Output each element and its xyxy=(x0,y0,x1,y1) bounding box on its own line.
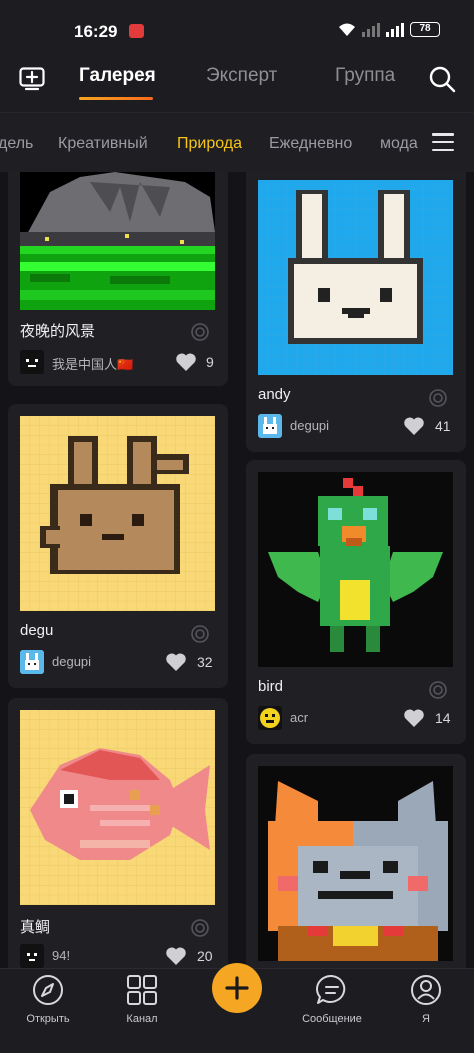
profile-icon xyxy=(411,975,441,1005)
active-tab-indicator xyxy=(79,97,153,100)
nav-discover[interactable]: Открыть xyxy=(8,973,88,1025)
nav-label: Открыть xyxy=(26,1013,70,1025)
record-icon[interactable] xyxy=(190,624,210,644)
artwork-title: 真鲷 xyxy=(20,919,51,936)
nav-label: Я xyxy=(422,1013,430,1025)
artwork-image-andy[interactable] xyxy=(258,180,453,375)
author-name[interactable]: 94! xyxy=(52,948,70,963)
grid-icon xyxy=(127,975,157,1005)
author-name[interactable]: degupi xyxy=(290,418,329,433)
artwork-card[interactable]: 真鲷 94! 20 xyxy=(8,698,228,968)
add-box-icon[interactable] xyxy=(19,67,45,91)
artwork-title: bird xyxy=(258,678,284,695)
battery-icon: 78 xyxy=(410,22,440,37)
top-header: Галерея Эксперт Группа xyxy=(0,55,474,110)
record-icon[interactable] xyxy=(428,388,448,408)
sea-bream-pixel-art xyxy=(20,710,215,905)
plus-icon xyxy=(225,976,249,1000)
nav-profile[interactable]: Я xyxy=(386,973,466,1025)
artwork-image-sea-bream[interactable] xyxy=(20,710,215,905)
artwork-title: 夜晚的风景 xyxy=(20,323,96,340)
notification-app-icon xyxy=(129,24,144,38)
artwork-card[interactable]: 夜晚的风景 我是中国人🇨🇳 9 xyxy=(8,172,228,386)
chat-icon xyxy=(316,974,346,1004)
author-name[interactable]: acr xyxy=(290,710,308,725)
artwork-image-night-landscape[interactable] xyxy=(20,172,215,310)
like-count: 9 xyxy=(206,354,214,370)
gallery-feed[interactable]: 夜晚的风景 我是中国人🇨🇳 9 degu degupi 32 真鲷 94! 20… xyxy=(0,172,474,968)
tab-group[interactable]: Группа xyxy=(335,65,395,87)
category-item[interactable]: дель xyxy=(0,135,33,153)
system-home-bar xyxy=(0,1030,474,1053)
heart-icon[interactable] xyxy=(403,708,425,728)
like-count: 14 xyxy=(435,710,451,726)
like-count: 20 xyxy=(197,948,213,964)
bunny-avatar-icon[interactable] xyxy=(258,414,282,438)
wifi-icon xyxy=(339,23,355,36)
cats-pixel-art xyxy=(258,766,453,961)
signal-icon-1 xyxy=(362,22,380,37)
nav-channel[interactable]: Канал xyxy=(102,973,182,1025)
artwork-title: andy xyxy=(258,386,291,403)
artwork-card[interactable]: bird acr 14 xyxy=(246,460,466,744)
artwork-card[interactable] xyxy=(246,754,466,968)
status-indicators: 78 xyxy=(338,22,440,37)
heart-icon[interactable] xyxy=(165,652,187,672)
artwork-image-cats[interactable] xyxy=(258,766,453,961)
bird-pixel-art xyxy=(258,472,453,667)
heart-icon[interactable] xyxy=(175,352,197,372)
category-item-nature[interactable]: Природа xyxy=(177,135,242,153)
nav-messages[interactable]: Сообщение xyxy=(292,973,372,1025)
degu-pixel-art xyxy=(20,416,215,611)
dark-face-avatar-icon[interactable] xyxy=(20,350,44,374)
artwork-image-bird[interactable] xyxy=(258,472,453,667)
nav-label: Канал xyxy=(126,1013,158,1025)
tab-expert[interactable]: Эксперт xyxy=(206,65,277,87)
create-button[interactable] xyxy=(212,963,262,1013)
night-landscape-art xyxy=(20,172,215,310)
artwork-card[interactable]: andy degupi 41 xyxy=(246,172,466,452)
status-bar: 16:29 78 xyxy=(0,0,474,60)
yellow-face-avatar-icon[interactable] xyxy=(258,706,282,730)
heart-icon[interactable] xyxy=(403,416,425,436)
status-time: 16:29 xyxy=(74,22,118,41)
record-icon[interactable] xyxy=(190,322,210,342)
artwork-title: degu xyxy=(20,622,54,639)
record-icon[interactable] xyxy=(190,918,210,938)
heart-icon[interactable] xyxy=(165,946,187,966)
artwork-image-degu[interactable] xyxy=(20,416,215,611)
like-count: 32 xyxy=(197,654,213,670)
hamburger-menu-icon[interactable] xyxy=(432,133,454,151)
signal-icon-2 xyxy=(386,22,404,37)
dark-face-avatar-icon[interactable] xyxy=(20,944,44,968)
like-count: 41 xyxy=(435,418,451,434)
category-bar: дель Креативный Природа Ежедневно мода xyxy=(0,112,474,172)
author-name[interactable]: degupi xyxy=(52,654,91,669)
author-name[interactable]: 我是中国人🇨🇳 xyxy=(52,354,133,373)
search-icon[interactable] xyxy=(428,65,456,93)
bunny-avatar-icon[interactable] xyxy=(20,650,44,674)
andy-bunny-pixel-art xyxy=(258,180,453,375)
nav-label: Сообщение xyxy=(302,1013,362,1025)
bottom-navigation: Открыть Канал Сообщение Я xyxy=(0,963,474,1030)
record-icon[interactable] xyxy=(428,680,448,700)
battery-level: 78 xyxy=(419,23,431,34)
artwork-card[interactable]: degu degupi 32 xyxy=(8,404,228,688)
tab-gallery[interactable]: Галерея xyxy=(79,65,156,87)
compass-icon xyxy=(33,975,63,1005)
category-item-creative[interactable]: Креативный xyxy=(58,135,148,153)
category-item-daily[interactable]: Ежедневно xyxy=(269,135,352,153)
category-item-fashion[interactable]: мода xyxy=(380,135,418,153)
